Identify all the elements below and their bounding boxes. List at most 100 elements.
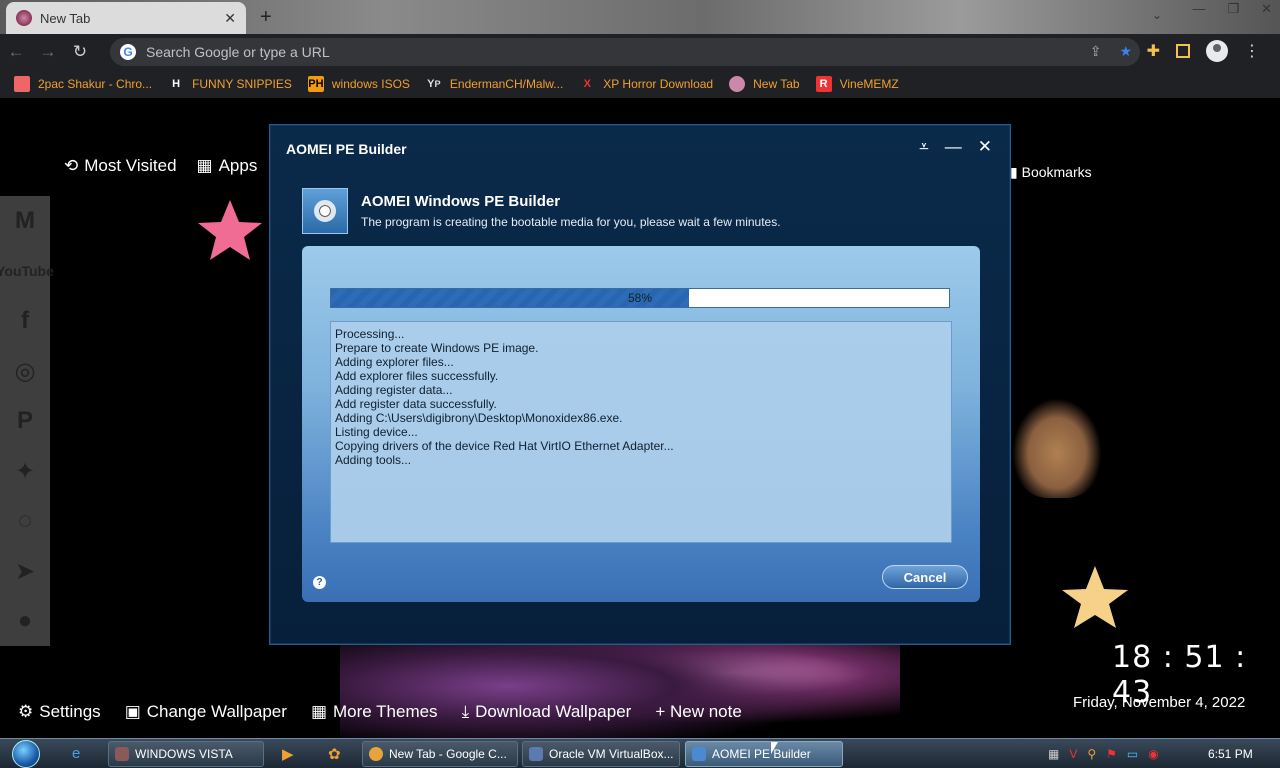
r-icon: R [815, 76, 832, 92]
log-line: Copying drivers of the device Red Hat Vi… [335, 439, 674, 453]
most-visited-link[interactable]: ⟲ Most Visited [64, 156, 177, 176]
history-icon: ⟲ [64, 156, 79, 175]
bookmark-label: 2pac Shakur - Chro... [38, 77, 153, 91]
aomei-dialog: AOMEI PE Builder ⩡ — ✕ AOMEI Windows PE … [269, 124, 1011, 645]
extensions-icon[interactable]: ✚ [1147, 41, 1160, 61]
share-icon[interactable]: ⇪ [1090, 43, 1102, 60]
ph-icon: PH [307, 76, 324, 92]
progress-bar: 58% [330, 288, 950, 308]
bookmark-item[interactable]: 2pac Shakur - Chro... [14, 76, 152, 92]
new-note-label: + New note [655, 702, 742, 721]
taskbar-item[interactable]: New Tab - Google C... [362, 741, 518, 767]
dialog-subtitle: The program is creating the bootable med… [361, 215, 781, 229]
cancel-button[interactable]: Cancel [882, 565, 968, 589]
volume-icon[interactable]: ◉ [1148, 747, 1158, 761]
facebook-icon[interactable]: f [7, 302, 43, 340]
flag-icon[interactable]: ⚑ [1106, 747, 1117, 761]
bookmark-label: windows ISOS [331, 77, 410, 91]
help-icon[interactable]: ? [313, 576, 326, 589]
dialog-minimize-icon[interactable]: — [945, 137, 962, 157]
profile-icon[interactable] [1206, 40, 1228, 62]
forward-icon[interactable]: → [32, 42, 64, 62]
change-wallpaper-button[interactable]: ▣ Change Wallpaper [125, 702, 287, 722]
close-icon[interactable]: ✕ [224, 10, 236, 27]
gmail-icon[interactable]: M [7, 202, 43, 240]
bookmark-label: XP Horror Download [603, 77, 714, 91]
taskbar-item[interactable]: Oracle VM VirtualBox... [522, 741, 680, 767]
youtube-icon[interactable]: YouTube [0, 252, 54, 290]
bookmarks-bar: 2pac Shakur - Chro... H FUNNY SNIPPIES P… [0, 70, 1280, 98]
bookmark-label: EndermanCH/Malw... [449, 77, 564, 91]
system-tray: ▦ V ⚲ ⚑ ▭ ◉ [1048, 747, 1159, 761]
date: Friday, November 4, 2022 [1073, 694, 1246, 711]
close-window-icon[interactable]: ✕ [1261, 1, 1272, 17]
telegram-icon[interactable]: ➤ [7, 552, 43, 590]
bookmark-star-icon[interactable]: ★ [1119, 43, 1132, 60]
dialog-close-icon[interactable]: ✕ [978, 137, 992, 157]
log-line: Add explorer files successfully. [335, 369, 499, 383]
dialog-heading: AOMEI Windows PE Builder [361, 193, 561, 210]
tray-icon[interactable]: V [1069, 747, 1077, 761]
back-icon[interactable]: ← [0, 42, 32, 62]
bookmark-label: New Tab [753, 77, 800, 91]
dialog-menu-icon[interactable]: ⩡ [919, 137, 929, 157]
tray-clock: 6:51 PM [1208, 747, 1253, 761]
tray-icon[interactable]: ▦ [1048, 747, 1059, 761]
themes-grid-icon: ▦ [310, 702, 327, 721]
bookmark-label: FUNNY SNIPPIES [192, 77, 292, 91]
download-wallpaper-button[interactable]: ⤓ Download Wallpaper [462, 702, 632, 722]
folder-icon [14, 76, 30, 92]
aomei-icon [692, 747, 706, 761]
menu-icon[interactable]: ⋮ [1244, 41, 1260, 61]
bookmarks-link[interactable]: ▮ Bookmarks [1010, 164, 1092, 181]
minimize-icon[interactable]: — [1192, 1, 1205, 17]
progress-panel: 58% Processing... Prepare to create Windo… [302, 246, 980, 602]
instagram-icon[interactable]: ◎ [7, 352, 43, 390]
reddit-icon[interactable]: ● [7, 602, 43, 640]
tab-search-icon[interactable]: ⌄ [1152, 8, 1162, 22]
bookmark-item[interactable]: X XP Horror Download [579, 76, 714, 92]
media-player-icon[interactable]: ▶ [282, 745, 294, 763]
log-line: Adding C:\Users\digibrony\Desktop\Monoxi… [335, 411, 623, 425]
more-themes-button[interactable]: ▦ More Themes [311, 702, 438, 722]
address-bar[interactable]: G Search Google or type a URL ⇪ ★ [110, 38, 1140, 66]
x-icon: X [583, 78, 591, 90]
mouse-cursor [771, 742, 778, 754]
whatsapp-icon[interactable]: ◌ [7, 502, 43, 540]
paint-icon[interactable]: ✿ [328, 745, 341, 763]
tab-new-tab[interactable]: New Tab ✕ [6, 2, 246, 34]
restore-icon[interactable]: ❐ [1227, 1, 1239, 17]
apps-link[interactable]: ▦ Apps [197, 156, 258, 176]
pinterest-icon[interactable]: P [7, 402, 43, 440]
download-icon: ⤓ [461, 702, 470, 721]
tray-icon[interactable]: ⚲ [1087, 747, 1096, 761]
side-panel-icon[interactable] [1176, 44, 1190, 58]
log-line: Adding register data... [335, 383, 453, 397]
start-button[interactable] [8, 739, 44, 768]
new-note-button[interactable]: + New note [655, 702, 741, 722]
dialog-controls: ⩡ — ✕ [919, 137, 992, 157]
taskbar-label: New Tab - Google C... [389, 747, 507, 761]
tab-title: New Tab [40, 10, 91, 26]
network-icon[interactable]: ▭ [1127, 747, 1138, 761]
settings-button[interactable]: ⚙ Settings [18, 702, 101, 722]
image-icon: ▣ [124, 702, 141, 721]
bookmark-label: VineMEMZ [839, 77, 899, 91]
bookmark-item[interactable]: YP EndermanCH/Malw... [426, 76, 563, 92]
log-line: Processing... [335, 327, 405, 341]
bookmark-item[interactable]: R VineMEMZ [815, 76, 899, 92]
log-line: Adding explorer files... [335, 355, 454, 369]
bookmark-item[interactable]: PH windows ISOS [307, 76, 410, 92]
h-icon: H [172, 78, 181, 90]
top-nav: ⟲ Most Visited ▦ Apps [64, 156, 257, 176]
internet-explorer-icon[interactable]: e [72, 745, 80, 762]
twitter-icon[interactable]: ✦ [7, 452, 43, 490]
taskbar-item[interactable]: WINDOWS VISTA [108, 741, 264, 767]
social-sidebar: M YouTube f ◎ P ✦ ◌ ➤ ● [0, 196, 54, 646]
bookmark-item[interactable]: H FUNNY SNIPPIES [168, 76, 292, 92]
progress-label: 58% [627, 291, 653, 305]
bookmark-item[interactable]: New Tab [729, 76, 800, 92]
taskbar-item-active[interactable]: AOMEI PE Builder [685, 741, 843, 767]
new-tab-button[interactable]: + [260, 6, 272, 29]
reload-icon[interactable]: ↻ [64, 42, 96, 62]
